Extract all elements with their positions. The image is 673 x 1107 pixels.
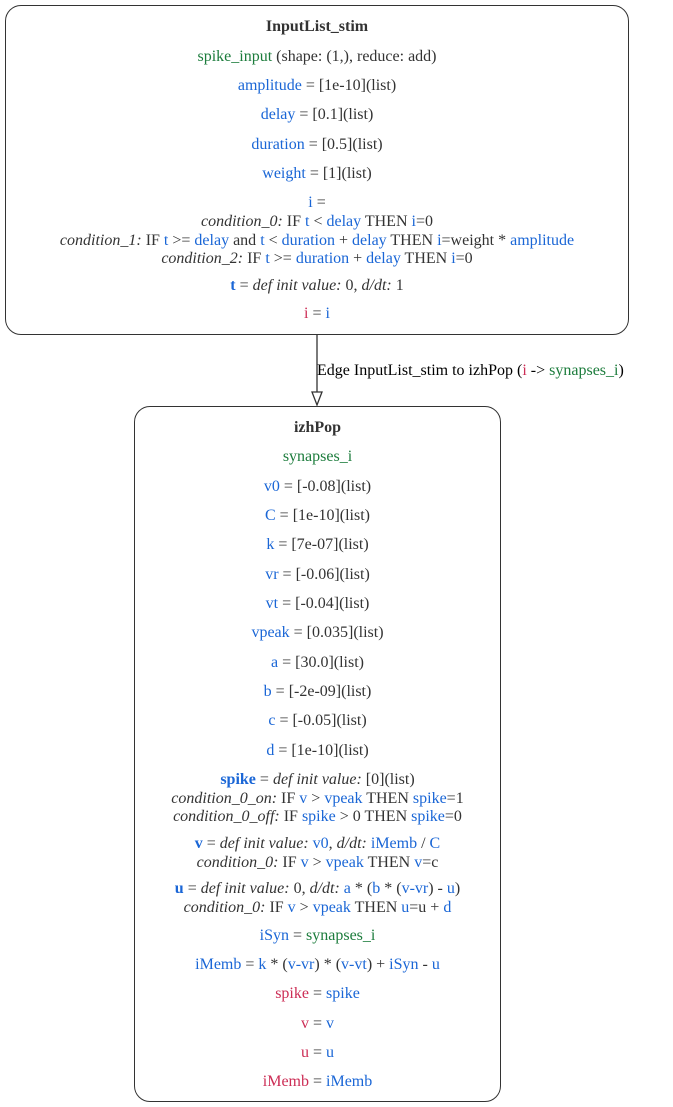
param-vpeak: vpeak = [0.035](list) <box>251 624 384 641</box>
expr-isyn: iSyn = synapses_i <box>259 927 376 944</box>
var-i-head: i = <box>308 194 326 211</box>
param-duration: duration = [0.5](list) <box>251 136 383 153</box>
output-spike: spike = spike <box>275 985 360 1002</box>
input-port: synapses_i <box>282 448 353 465</box>
param-c: c = [-0.05](list) <box>268 712 367 729</box>
node-title: izhPop <box>293 419 342 436</box>
i-condition-0: condition_0: IF t < delay THEN i=0 <box>201 213 433 230</box>
param-d: d = [1e-10](list) <box>266 742 369 759</box>
state-v: v = def init value: v0, d/dt: iMemb / C <box>194 835 441 852</box>
spike-condition-off: condition_0_off: IF spike > 0 THEN spike… <box>173 808 462 825</box>
param-C: C = [1e-10](list) <box>265 507 370 524</box>
spike-condition-on: condition_0_on: IF v > vpeak THEN spike=… <box>171 790 464 807</box>
param-amplitude: amplitude = [1e-10](list) <box>237 77 397 94</box>
param-weight: weight = [1](list) <box>262 165 372 182</box>
i-condition-2: condition_2: IF t >= duration + delay TH… <box>161 250 473 267</box>
node-inputlist-stim[interactable]: InputList_stim spike_input (shape: (1,),… <box>5 5 629 335</box>
output-u: u = u <box>300 1044 335 1061</box>
edge-label: Edge InputList_stim to izhPop (i -> syna… <box>317 362 624 379</box>
param-vr: vr = [-0.06](list) <box>265 566 370 583</box>
output-i: i = i <box>304 305 330 322</box>
param-a: a = [30.0](list) <box>270 654 364 671</box>
output-imemb: iMemb = iMemb <box>262 1073 373 1090</box>
state-t: t = def init value: 0, d/dt: 1 <box>230 277 404 294</box>
state-u: u = def init value: 0, d/dt: a * (b * (v… <box>174 880 461 897</box>
expr-imemb: iMemb = k * (v-vr) * (v-vt) + iSyn - u <box>195 956 440 973</box>
state-spike: spike = def init value: [0](list) <box>220 771 415 788</box>
node-izhpop[interactable]: izhPop synapses_i v0 = [-0.08](list) C =… <box>134 406 501 1102</box>
param-delay: delay = [0.1](list) <box>260 106 374 123</box>
param-k: k = [7e-07](list) <box>266 536 369 553</box>
node-title: InputList_stim <box>265 18 369 35</box>
output-v: v = v <box>300 1015 335 1032</box>
u-condition-0: condition_0: IF v > vpeak THEN u=u + d <box>183 899 452 916</box>
input-port: spike_input (shape: (1,), reduce: add) <box>197 48 437 65</box>
v-condition-0: condition_0: IF v > vpeak THEN v=c <box>196 854 439 871</box>
param-vt: vt = [-0.04](list) <box>265 595 370 612</box>
param-b: b = [-2e-09](list) <box>263 683 372 700</box>
i-condition-1: condition_1: IF t >= delay and t < durat… <box>59 232 575 249</box>
param-v0: v0 = [-0.08](list) <box>263 478 372 495</box>
